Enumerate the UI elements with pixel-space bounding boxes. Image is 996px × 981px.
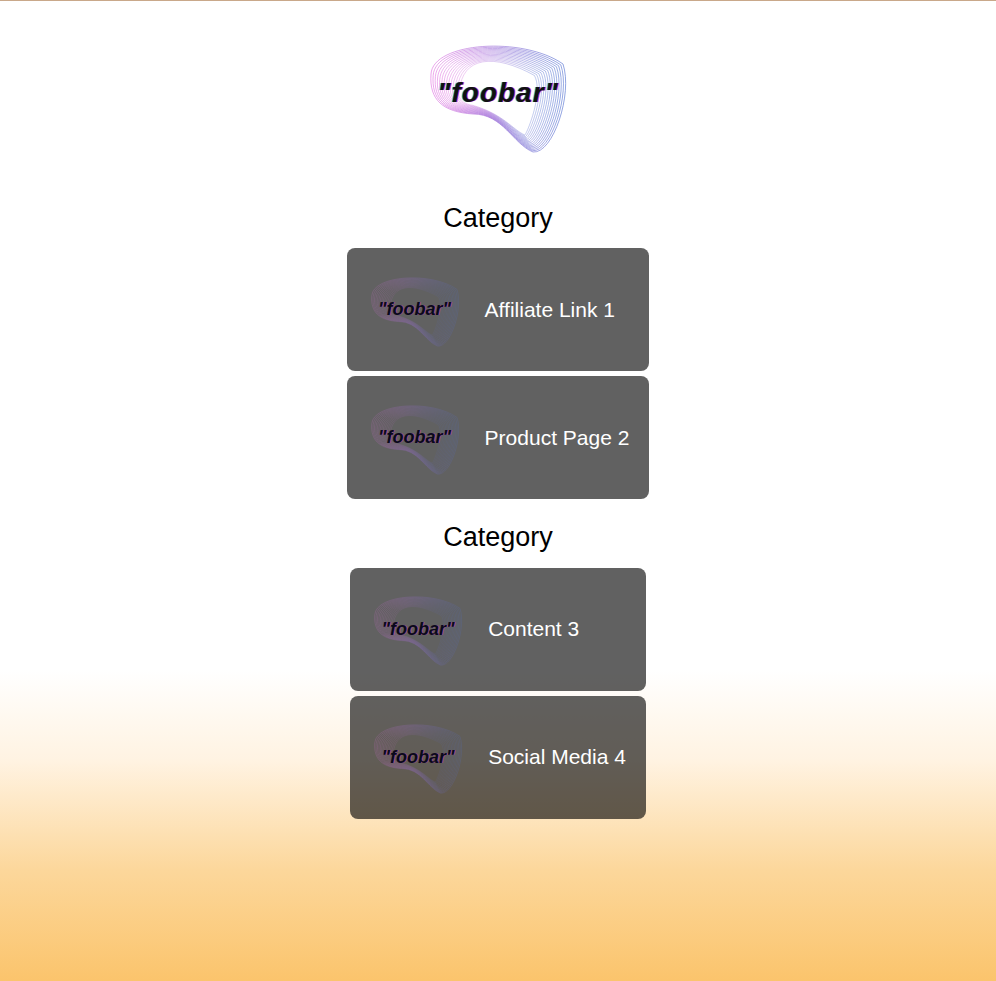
link-group: Category "foobar" Content 3 "foobar" Social … [350,521,646,818]
category-heading: Category [443,521,553,553]
thumbnail: "foobar" [365,398,465,478]
thumbnail-text: "foobar" [378,299,451,320]
link-list: "foobar" Affiliate Link 1 "foobar" Product … [347,248,650,499]
thumbnail: "foobar" [368,717,468,797]
link-label[interactable]: Product Page 2 [485,426,630,450]
logo-text: "foobar" [437,77,559,109]
thumbnail-text: "foobar" [382,619,455,640]
link-label[interactable]: Social Media 4 [488,745,626,769]
link-group: Category"foobar"Affiliate Link 1"foobar"… [347,202,650,499]
link-card[interactable]: "foobar" Social Media 4 [350,696,646,819]
category-heading: Category [443,202,553,234]
link-list: "foobar" Content 3 "foobar" Social Media 4 [350,568,646,819]
link-card[interactable]: "foobar" Content 3 [350,568,646,691]
link-label[interactable]: Content 3 [488,617,579,641]
thumbnail-text: "foobar" [378,427,451,448]
thumbnail: "foobar" [365,270,465,350]
thumbnail: "foobar" [368,589,468,669]
link-page: "foobar" Category "foobar" Affiliate Link 1… [0,1,996,819]
link-card[interactable]: "foobar" Product Page 2 [347,376,650,499]
thumbnail-text: "foobar" [382,747,455,768]
logo: "foobar" [423,34,573,158]
link-card[interactable]: "foobar" Affiliate Link 1 [347,248,650,371]
link-label[interactable]: Affiliate Link 1 [485,298,615,322]
